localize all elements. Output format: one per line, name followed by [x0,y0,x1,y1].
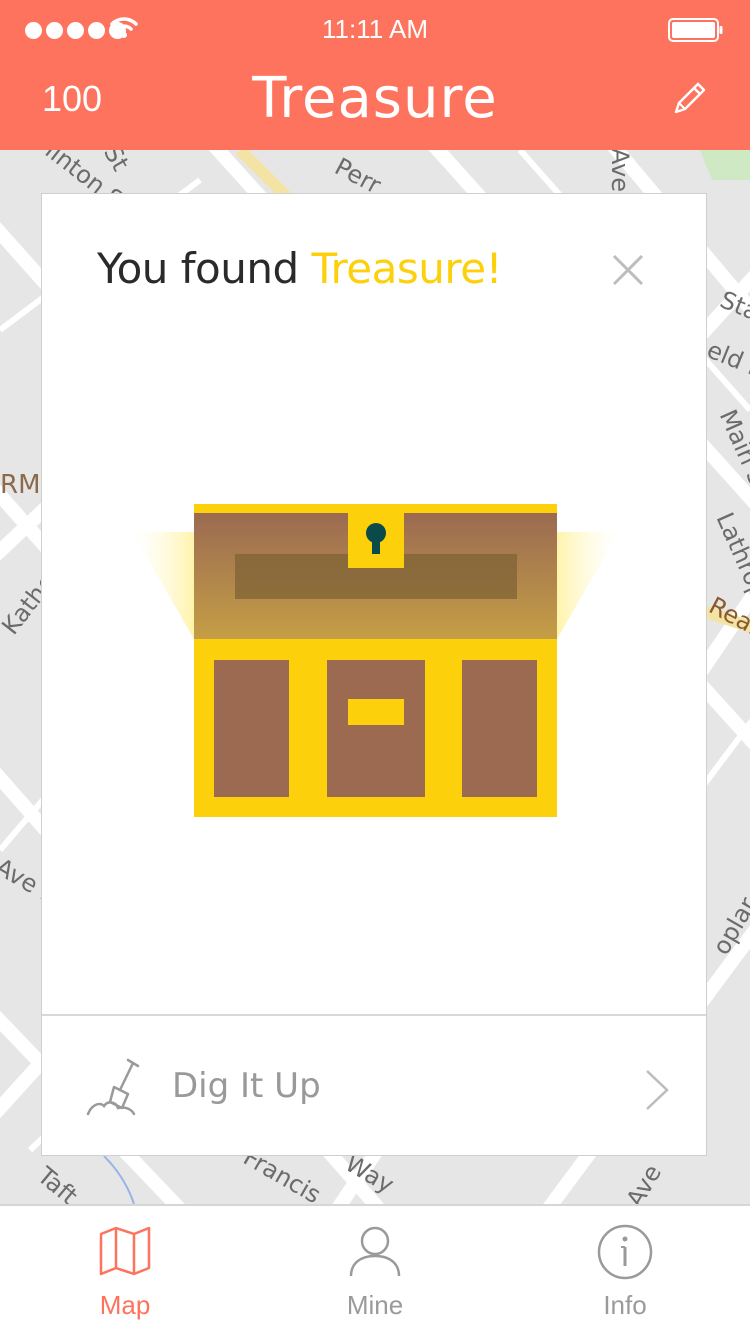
top-nav-bar: 11:11 AM 100 Treasure [0,0,750,150]
info-icon [597,1224,653,1280]
tab-info[interactable]: Info [500,1206,750,1334]
close-icon[interactable] [608,250,648,290]
map-icon [99,1226,151,1276]
status-time: 11:11 AM [322,14,428,44]
tab-mine-label: Mine [346,1290,404,1320]
tab-map-label: Map [99,1290,151,1320]
dialog-title-prefix: You found [97,244,312,293]
treasure-found-dialog: You found Treasure! Dig It Up [41,193,707,1156]
bottom-tab-bar: Map Mine Info [0,1204,750,1334]
shovel-icon [86,1058,140,1116]
dialog-title-accent: Treasure! [311,244,502,293]
tab-mine[interactable]: Mine [250,1206,500,1334]
treasure-chest-icon [132,504,619,817]
map-street-label: RM [0,470,41,500]
tab-info-label: Info [603,1290,647,1320]
dig-it-up-button[interactable]: Dig It Up [42,1016,706,1156]
status-bar: 11:11 AM [0,0,750,56]
user-icon [349,1226,401,1277]
battery-icon [668,18,723,42]
dialog-title: You found Treasure! [97,244,502,293]
tab-map[interactable]: Map [0,1206,250,1334]
map-street-label: Ave [605,150,634,192]
dig-it-up-label: Dig It Up [172,1066,321,1106]
page-title: Treasure [252,66,498,131]
chevron-right-icon [646,1070,669,1110]
pencil-icon[interactable] [670,78,710,118]
